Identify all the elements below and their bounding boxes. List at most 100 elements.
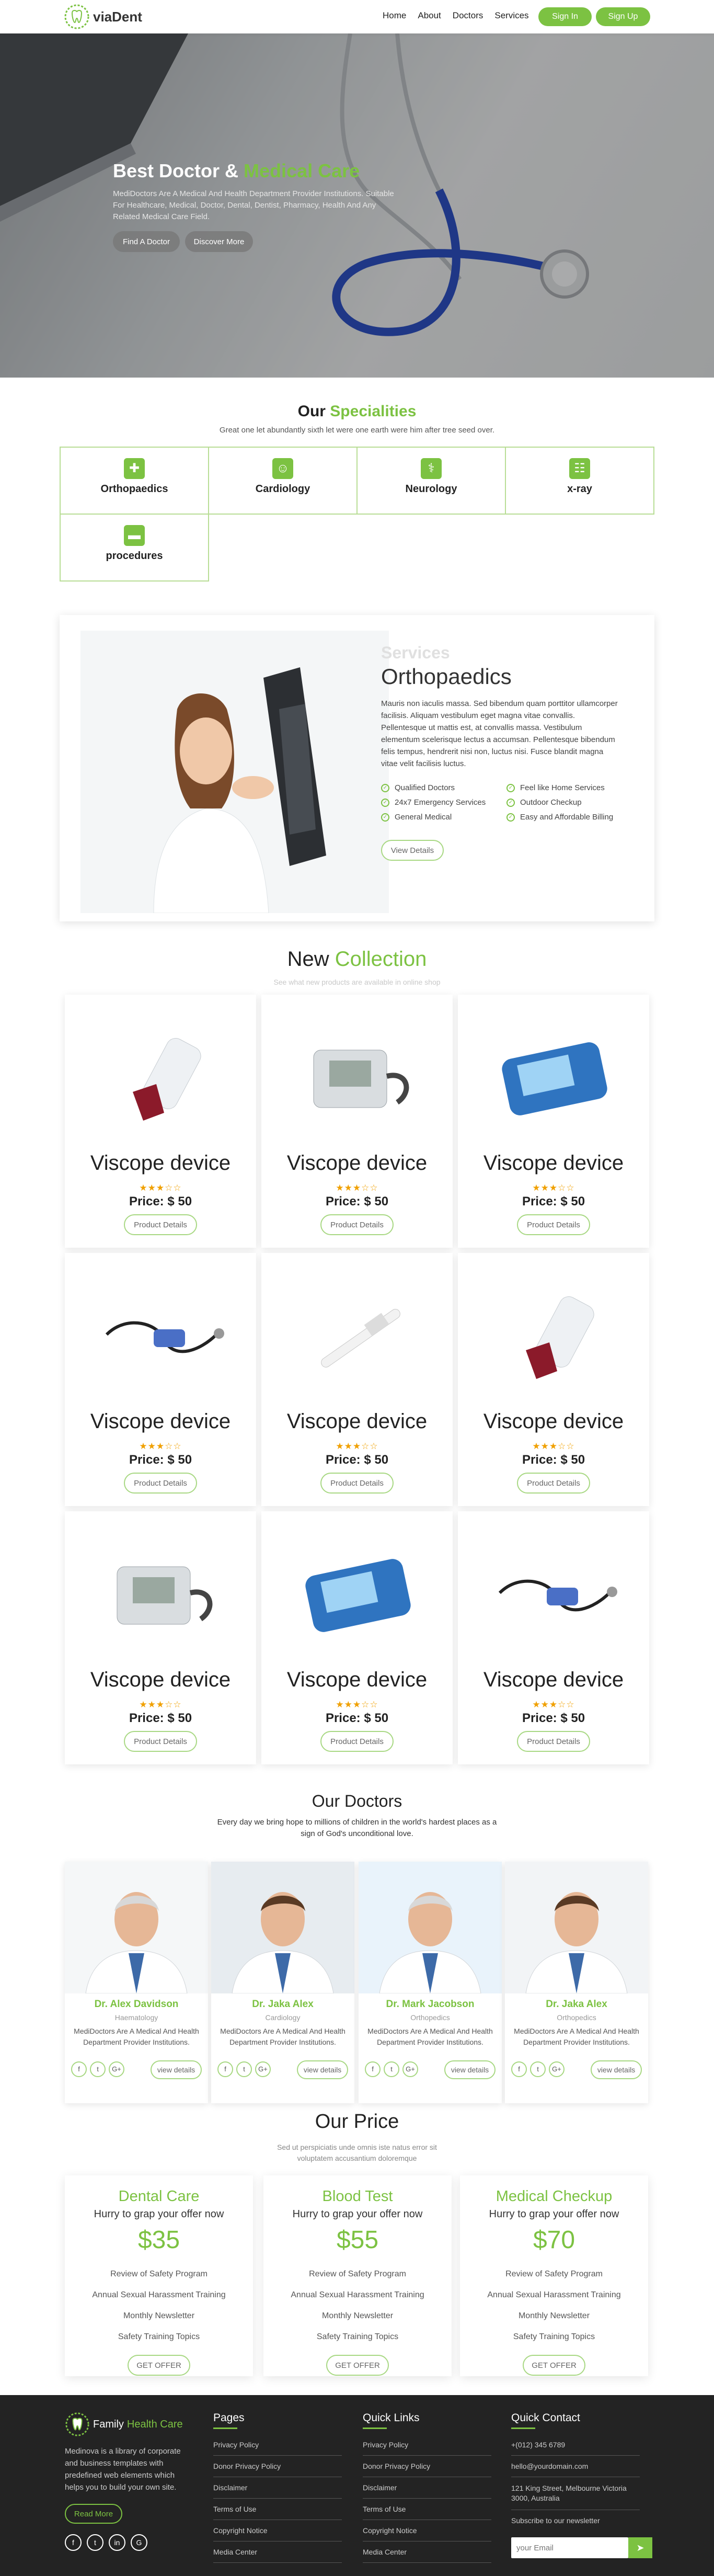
footer-page-link[interactable]: Privacy Policy (213, 2441, 342, 2456)
speciality-label: Orthopaedics (100, 483, 168, 495)
nav-doctors[interactable]: Doctors (453, 10, 483, 21)
product-details-button[interactable]: Product Details (320, 1731, 394, 1752)
speciality-cardiology[interactable]: ☺ Cardiology (208, 447, 358, 515)
view-details-button[interactable]: view details (444, 2060, 496, 2079)
tooth-logo-icon (65, 2412, 89, 2436)
product-name: Viscope device (286, 1152, 428, 1175)
twitter-icon[interactable]: t (90, 2061, 106, 2077)
read-more-button[interactable]: Read More (65, 2504, 122, 2524)
contact-phone[interactable]: +(012) 345 6789 (511, 2441, 640, 2456)
rating-stars: ★★★☆☆ (139, 1441, 182, 1451)
footer-page-link[interactable]: Terms of Use (213, 2505, 342, 2520)
product-name: Viscope device (90, 1668, 231, 1691)
sign-in-button[interactable]: Sign In (538, 7, 592, 26)
xray-icon: ☷ (569, 458, 590, 479)
product-details-button[interactable]: Product Details (517, 1214, 590, 1235)
speciality-neurology[interactable]: ⚕ Neurology (356, 447, 506, 515)
footer-underline (363, 2427, 387, 2429)
discover-more-button[interactable]: Discover More (185, 231, 253, 252)
product-details-button[interactable]: Product Details (517, 1473, 590, 1494)
footer-quick-link[interactable]: Terms of Use (363, 2505, 491, 2520)
doctor-role: Cardiology (265, 2013, 301, 2022)
newsletter-label: Subscribe to our newsletter (511, 2516, 600, 2525)
product-details-button[interactable]: Product Details (320, 1473, 394, 1494)
footer-quick-link[interactable]: Disclaimer (363, 2483, 491, 2499)
plan-name: Dental Care (118, 2188, 200, 2205)
view-details-button[interactable]: view details (591, 2060, 642, 2079)
facebook-icon[interactable]: f (511, 2061, 527, 2077)
footer-page-link[interactable]: Media Center (213, 2548, 342, 2563)
feature-label: Qualified Doctors (395, 783, 455, 792)
footer-quick-link[interactable]: Media Center (363, 2548, 491, 2563)
sign-up-button[interactable]: Sign Up (596, 7, 650, 26)
newsletter-email-input[interactable] (511, 2537, 628, 2558)
product-price: Price: $ 50 (325, 1194, 389, 1209)
footer-quick-link[interactable]: Privacy Policy (363, 2441, 491, 2456)
speciality-label: procedures (106, 550, 163, 562)
main-nav: Home About Doctors Services (383, 10, 529, 21)
facebook-icon[interactable]: f (71, 2061, 87, 2077)
plan-features: Review of Safety Program Annual Sexual Ha… (65, 2264, 253, 2347)
facebook-icon[interactable]: f (217, 2061, 233, 2077)
product-details-button[interactable]: Product Details (124, 1214, 197, 1235)
services-description: Mauris non iaculis massa. Sed bibendum q… (381, 699, 618, 768)
speciality-x-ray[interactable]: ☷ x-ray (505, 447, 654, 515)
plan-hook: Hurry to grap your offer now (489, 2208, 619, 2220)
plan-feature: Safety Training Topics (513, 2332, 595, 2341)
product-details-button[interactable]: Product Details (320, 1214, 394, 1235)
product-price: Price: $ 50 (129, 1194, 192, 1209)
rating-stars: ★★★☆☆ (532, 1700, 575, 1709)
nav-about[interactable]: About (418, 10, 441, 21)
feature-item: ✓ 24x7 Emergency Services (381, 798, 506, 807)
footer-quick-link[interactable]: Donor Privacy Policy (363, 2462, 491, 2477)
footer-page-link[interactable]: Disclaimer (213, 2483, 342, 2499)
twitter-icon[interactable]: t (236, 2061, 252, 2077)
speciality-orthopaedics[interactable]: ✚ Orthopaedics (60, 447, 209, 515)
footer-quick-link[interactable]: Copyright Notice (363, 2526, 491, 2541)
nav-services[interactable]: Services (494, 10, 528, 21)
view-details-button[interactable]: view details (151, 2060, 202, 2079)
contact-email[interactable]: hello@yourdomain.com (511, 2462, 640, 2477)
linkedin-icon[interactable]: in (109, 2534, 125, 2551)
product-name: Viscope device (483, 1152, 624, 1175)
plan-feature: Review of Safety Program (505, 2270, 603, 2278)
nav-home[interactable]: Home (383, 10, 406, 21)
product-details-button[interactable]: Product Details (124, 1473, 197, 1494)
twitter-icon[interactable]: t (87, 2534, 103, 2551)
google-plus-icon[interactable]: G+ (255, 2061, 271, 2077)
product-image (96, 1013, 225, 1144)
footer-page-link[interactable]: Copyright Notice (213, 2526, 342, 2541)
google-plus-icon[interactable]: G+ (402, 2061, 418, 2077)
view-details-button[interactable]: view details (297, 2060, 348, 2079)
google-icon[interactable]: G (131, 2534, 147, 2551)
get-offer-button[interactable]: GET OFFER (523, 2355, 585, 2376)
footer-contact: Quick Contact +(012) 345 6789 hello@your… (511, 2412, 652, 2558)
twitter-icon[interactable]: t (530, 2061, 546, 2077)
facebook-icon[interactable]: f (365, 2061, 381, 2077)
rating-stars: ★★★☆☆ (336, 1183, 378, 1193)
speciality-procedures[interactable]: ▬ procedures (60, 514, 209, 582)
specialities-title: Our Specialities (0, 403, 714, 420)
product-card: Viscope device ★★★☆☆ Price: $ 50 Product De… (261, 1253, 453, 1506)
footer-about: Family Health Care Medinova is a library… (65, 2412, 195, 2551)
facebook-icon[interactable]: f (65, 2534, 82, 2551)
doctor-description: MediDoctors Are A Medical And Health Dep… (367, 2027, 493, 2046)
google-plus-icon[interactable]: G+ (109, 2061, 124, 2077)
product-details-button[interactable]: Product Details (517, 1731, 590, 1752)
product-price: Price: $ 50 (129, 1711, 192, 1725)
doctor-social: f t G+ (365, 2061, 418, 2077)
doctor-role: Haematology (114, 2013, 158, 2022)
product-details-button[interactable]: Product Details (124, 1731, 197, 1752)
product-price: Price: $ 50 (129, 1453, 192, 1467)
twitter-icon[interactable]: t (384, 2061, 399, 2077)
send-icon[interactable]: ➤ (628, 2537, 652, 2558)
view-details-button[interactable]: View Details (381, 840, 444, 861)
get-offer-button[interactable]: GET OFFER (326, 2355, 389, 2376)
get-offer-button[interactable]: GET OFFER (128, 2355, 190, 2376)
check-icon: ✓ (506, 813, 515, 822)
doctor-photo (359, 1862, 502, 1994)
google-plus-icon[interactable]: G+ (549, 2061, 565, 2077)
footer-page-link[interactable]: Donor Privacy Policy (213, 2462, 342, 2477)
logo[interactable]: viaDent (64, 3, 142, 30)
find-doctor-button[interactable]: Find A Doctor (113, 231, 180, 252)
